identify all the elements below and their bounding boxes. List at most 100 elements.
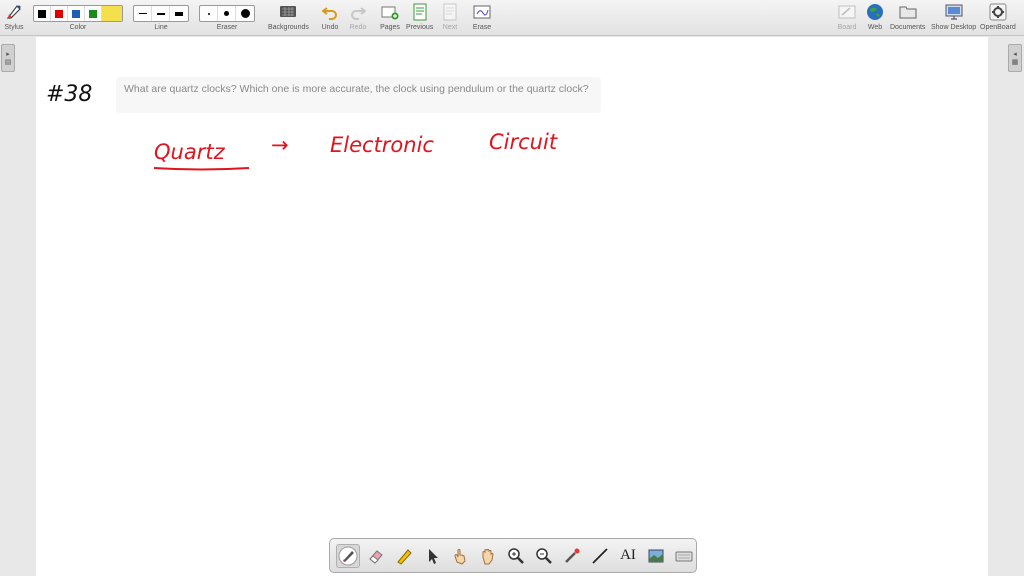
line-medium[interactable]: [152, 6, 170, 21]
erase-label: Erase: [472, 24, 492, 31]
laser-pointer-button[interactable]: [560, 544, 584, 568]
redo-button[interactable]: Redo: [348, 2, 368, 31]
library-icon: ▤: [4, 59, 12, 66]
text-tool-button[interactable]: AI: [616, 544, 640, 568]
folder-icon: [898, 2, 918, 22]
color-palette: [33, 5, 123, 22]
show-desktop-label: Show Desktop: [931, 24, 977, 31]
openboard-label: OpenBoard: [980, 24, 1016, 31]
question-text: What are quartz clocks? Which one is mor…: [124, 83, 589, 95]
ink-layer: #38 Quartz → Electronic Circuit: [46, 82, 558, 171]
board-icon: [837, 2, 857, 22]
next-button[interactable]: Next: [440, 2, 460, 31]
expand-arrow-icon: ◂: [1013, 51, 1017, 58]
capture-icon: [648, 549, 664, 562]
line-label: Line: [154, 24, 168, 31]
undo-icon: [320, 2, 340, 22]
previous-label: Previous: [406, 24, 434, 31]
quartz-underline: [153, 167, 250, 171]
eraser-icon: [369, 549, 383, 564]
whiteboard-canvas[interactable]: #38 Quartz → Electronic Circuit What are…: [36, 37, 988, 576]
previous-button[interactable]: Previous: [406, 2, 433, 31]
next-page-icon: [440, 2, 460, 22]
backgrounds-button[interactable]: Backgrounds: [268, 2, 309, 31]
library-icon: ▦: [1011, 59, 1019, 66]
undo-button[interactable]: Undo: [320, 2, 340, 31]
stylus-label: Stylus: [4, 24, 24, 31]
marker-tool-button[interactable]: [392, 544, 416, 568]
eraser-large[interactable]: [236, 6, 254, 21]
color-black[interactable]: [34, 6, 51, 21]
marker-icon: [397, 548, 412, 565]
add-page-icon: [380, 2, 400, 22]
pointer-icon: [429, 548, 438, 564]
web-label: Web: [867, 24, 883, 31]
gear-icon: [988, 2, 1008, 22]
laser-pointer-icon: [565, 548, 580, 563]
handwritten-quartz: Quartz: [154, 140, 226, 164]
line-icon: [592, 547, 608, 564]
board-button[interactable]: Board: [837, 2, 857, 31]
selector-tool-button[interactable]: [420, 544, 444, 568]
line-group: Line: [133, 2, 189, 31]
top-toolbar: Stylus Color Line Eraser Backgrounds Und…: [0, 0, 1024, 36]
keyboard-button[interactable]: [672, 544, 696, 568]
stylus-button[interactable]: Stylus: [4, 2, 24, 31]
show-desktop-button[interactable]: Show Desktop: [931, 2, 976, 31]
handwritten-electronic: Electronic: [330, 133, 434, 157]
line-tool-button[interactable]: [588, 544, 612, 568]
pen-tool-button[interactable]: [336, 543, 360, 568]
line-width-selector: [133, 5, 189, 22]
line-thick[interactable]: [170, 6, 188, 21]
globe-icon: [865, 2, 885, 22]
stylus-icon: [4, 2, 24, 22]
color-green[interactable]: [85, 6, 102, 21]
hand-icon: [482, 548, 494, 564]
monitor-icon: [944, 2, 964, 22]
color-red[interactable]: [51, 6, 68, 21]
right-library-tab[interactable]: ◂ ▦: [1008, 44, 1022, 72]
question-number: #38: [46, 82, 92, 107]
laser-hand-icon: [454, 548, 466, 565]
eraser-group: Eraser: [199, 2, 255, 31]
text-icon: AI: [620, 547, 636, 563]
zoom-out-button[interactable]: [532, 544, 556, 568]
capture-tool-button[interactable]: [644, 544, 668, 568]
pages-label: Pages: [380, 24, 400, 31]
eraser-size-selector: [199, 5, 255, 22]
pages-button[interactable]: Pages: [380, 2, 400, 31]
redo-label: Redo: [349, 24, 367, 31]
color-blue[interactable]: [68, 6, 85, 21]
undo-label: Undo: [321, 24, 339, 31]
color-group: Color: [33, 2, 123, 31]
line-thin[interactable]: [134, 6, 152, 21]
eraser-label: Eraser: [216, 24, 238, 31]
color-yellow[interactable]: [102, 6, 122, 21]
interact-tool-button[interactable]: [448, 544, 472, 568]
board-label: Board: [837, 24, 857, 31]
openboard-button[interactable]: OpenBoard: [980, 2, 1016, 31]
hand-tool-button[interactable]: [476, 544, 500, 568]
backgrounds-label: Backgrounds: [268, 24, 309, 31]
color-label: Color: [69, 24, 87, 31]
redo-icon: [348, 2, 368, 22]
erase-board-icon: [472, 2, 492, 22]
zoom-in-button[interactable]: [504, 544, 528, 568]
zoom-out-icon: [536, 547, 552, 564]
drawing-toolbar: AI: [329, 538, 697, 573]
eraser-small[interactable]: [200, 6, 218, 21]
expand-arrow-icon: ▸: [6, 51, 10, 58]
web-button[interactable]: Web: [865, 2, 885, 31]
erase-button[interactable]: Erase: [472, 2, 492, 31]
eraser-medium[interactable]: [218, 6, 236, 21]
handwritten-arrow: →: [271, 133, 289, 157]
next-label: Next: [442, 24, 458, 31]
documents-label: Documents: [890, 24, 926, 31]
keyboard-icon: [675, 551, 693, 561]
pen-icon: [338, 546, 358, 565]
backgrounds-icon: [278, 2, 298, 22]
left-library-tab[interactable]: ▸ ▤: [1, 44, 15, 72]
previous-page-icon: [410, 2, 430, 22]
documents-button[interactable]: Documents: [890, 2, 925, 31]
eraser-tool-button[interactable]: [364, 544, 388, 568]
